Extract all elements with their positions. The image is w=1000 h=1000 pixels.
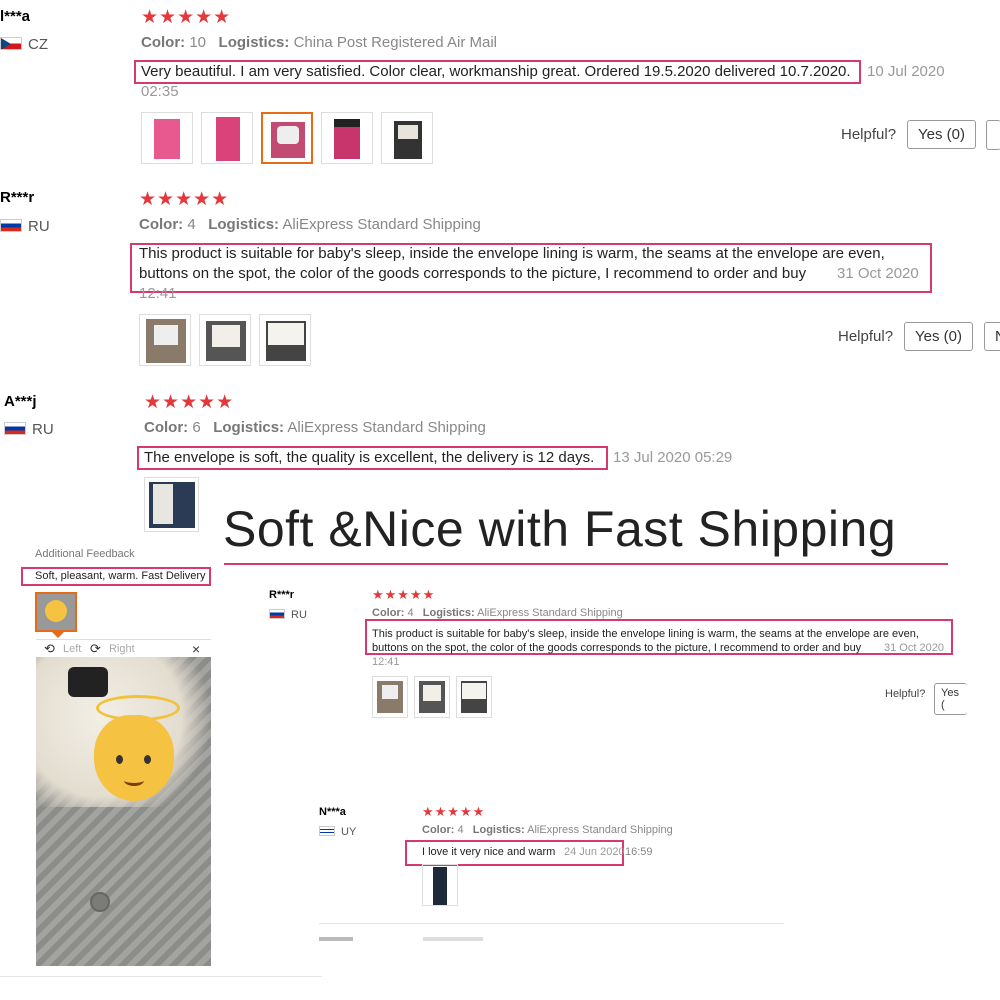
review-photo[interactable] <box>201 112 253 164</box>
review-meta: Color: 4 Logistics: AliExpress Standard … <box>422 824 673 836</box>
review-time: 02:35 <box>141 83 179 100</box>
helpful-yes-button[interactable]: Yes (0) <box>907 120 976 149</box>
flag-ru-icon <box>0 219 22 232</box>
review-date: 24 Jun 2020 <box>564 846 625 858</box>
review-photos <box>141 112 441 169</box>
divider <box>0 976 322 977</box>
feedback-heading: Additional Feedback <box>35 548 135 560</box>
title-underline <box>224 563 948 565</box>
review-time: 16:59 <box>625 846 653 858</box>
review-text-line1: This product is suitable for baby's slee… <box>372 628 919 640</box>
reviewer-country: UY <box>319 826 356 838</box>
thumb-pointer <box>52 632 64 638</box>
review-photo[interactable] <box>381 112 433 164</box>
review-photo[interactable] <box>261 112 313 164</box>
flag-uy-icon <box>319 826 335 836</box>
review-photo[interactable] <box>456 676 492 718</box>
reviewer-country: RU <box>0 218 50 235</box>
review-photos <box>372 676 498 723</box>
review-photo[interactable] <box>139 314 191 366</box>
review-date: 10 Jul 2020 <box>867 63 945 80</box>
flag-ru-icon <box>4 422 26 435</box>
star-rating: ★★★★★ <box>422 804 486 819</box>
review-time: 12:41 <box>139 285 177 302</box>
review-photo[interactable] <box>141 112 193 164</box>
flag-ru-icon <box>269 609 285 619</box>
review-date: 31 Oct 2020 <box>837 265 919 282</box>
helpful-no-button[interactable]: N <box>984 322 1000 351</box>
helpful-label: Helpful? <box>885 688 926 700</box>
rotate-right-label[interactable]: Right <box>109 643 135 655</box>
review-text: The envelope is soft, the quality is exc… <box>144 449 595 466</box>
reviewer-name: R***r <box>0 189 35 206</box>
reviewer-name: R***r <box>269 589 295 601</box>
star-rating: ★★★★★ <box>144 392 235 413</box>
reviewer-name: l***a <box>0 8 31 25</box>
review-meta: Color: 4 Logistics: AliExpress Standard … <box>139 216 481 233</box>
review-text-line2: buttons on the spot, the color of the go… <box>139 265 807 282</box>
review-date: 31 Oct 2020 <box>884 642 944 654</box>
review-photos <box>144 477 207 537</box>
review-photos <box>422 864 464 911</box>
star-rating: ★★★★★ <box>141 7 232 28</box>
review-text-line2: buttons on the spot, the color of the go… <box>372 642 862 654</box>
next-review-clipped <box>319 935 489 941</box>
review-photo[interactable] <box>144 477 199 532</box>
helpful-no-button[interactable] <box>986 120 1000 150</box>
reviewer-country: RU <box>269 609 307 621</box>
review-photos <box>139 314 319 371</box>
review-time: 12:41 <box>372 656 400 668</box>
review-photo[interactable] <box>422 864 458 906</box>
review-meta: Color: 4 Logistics: AliExpress Standard … <box>372 607 623 619</box>
rotate-left-label[interactable]: Left <box>63 643 81 655</box>
review-text-line1: This product is suitable for baby's slee… <box>139 245 885 262</box>
reviewer-country: RU <box>4 421 54 438</box>
helpful-yes-button[interactable]: Yes (0) <box>904 322 973 351</box>
flag-cz-icon <box>0 37 22 50</box>
viewer-toolbar: ⟲ Left ⟳ Right × <box>36 639 211 658</box>
review-text: Very beautiful. I am very satisfied. Col… <box>141 63 851 80</box>
feedback-text: Soft, pleasant, warm. Fast Delivery <box>35 570 206 582</box>
star-rating: ★★★★★ <box>139 189 230 210</box>
helpful-label: Helpful? <box>841 126 897 143</box>
toy-shape <box>68 667 108 697</box>
rotate-right-icon[interactable]: ⟳ <box>90 641 101 657</box>
feedback-photo-large <box>36 657 211 966</box>
review-photo[interactable] <box>199 314 251 366</box>
divider <box>319 923 784 924</box>
page-title: Soft &Nice with Fast Shipping <box>223 501 897 557</box>
review-photo[interactable] <box>372 676 408 718</box>
review-date: 13 Jul 2020 05:29 <box>613 449 733 466</box>
reviewer-name: N***a <box>319 806 346 818</box>
reviewer-name: A***j <box>4 393 37 410</box>
reviewer-country: CZ <box>0 36 48 53</box>
baby-emoji <box>94 715 174 801</box>
review-meta: Color: 6 Logistics: AliExpress Standard … <box>144 419 486 436</box>
review-text: I love it very nice and warm <box>422 846 556 858</box>
review-photo[interactable] <box>259 314 311 366</box>
helpful-yes-button[interactable]: Yes ( <box>934 683 967 715</box>
helpful-label: Helpful? <box>838 328 894 345</box>
rotate-left-icon[interactable]: ⟲ <box>44 641 55 657</box>
review-photo[interactable] <box>414 676 450 718</box>
button-shape <box>90 892 110 912</box>
star-rating: ★★★★★ <box>372 587 436 602</box>
review-meta: Color: 10 Logistics: China Post Register… <box>141 34 497 51</box>
review-photo[interactable] <box>321 112 373 164</box>
close-icon[interactable]: × <box>192 641 200 657</box>
feedback-photo-thumb[interactable] <box>35 592 77 632</box>
